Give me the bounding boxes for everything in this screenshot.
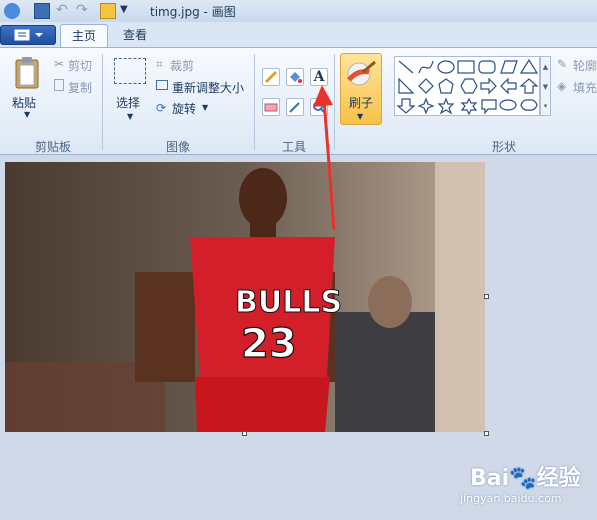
rounded-rectangle-shape-icon: [478, 60, 496, 74]
player-neck: [250, 220, 276, 238]
rectangle-shape-icon: [457, 60, 475, 74]
image-group-label: 图像: [165, 140, 190, 154]
polygon-shape-icon: [500, 60, 518, 74]
right-triangle-shape-icon: [398, 77, 415, 94]
copy-button[interactable]: 复制: [68, 79, 92, 96]
outline-button[interactable]: 轮廓: [573, 57, 597, 74]
line-shape-icon: [398, 60, 414, 74]
rotate-button[interactable]: 旋转: [172, 100, 196, 117]
up-arrow-shape-icon: [519, 78, 539, 94]
annotation-arrow: [313, 85, 336, 231]
down-arrow-shape-icon: [396, 98, 416, 114]
watermark-paw-icon: 🐾: [509, 466, 537, 491]
jersey-team-text: BULLS: [235, 285, 342, 320]
title-bar: ↶ ↷ ▼ timg.jpg - 画图: [0, 0, 597, 22]
redo-icon[interactable]: ↷: [76, 3, 92, 19]
six-point-star-shape-icon: [460, 97, 478, 116]
five-point-star-shape-icon: [437, 97, 455, 115]
undo-icon[interactable]: ↶: [56, 3, 72, 19]
triangle-shape-icon: [519, 58, 539, 74]
player-arm-left: [135, 272, 195, 382]
resize-handle-bottom[interactable]: [242, 431, 247, 436]
paste-icon: [15, 57, 39, 89]
watermark-url: jingyan.baidu.com: [460, 492, 562, 505]
oval-shape-icon: [437, 60, 455, 74]
pentagon-shape-icon: [438, 78, 454, 94]
crop-button[interactable]: 裁剪: [170, 57, 194, 74]
player-head: [239, 168, 287, 228]
cut-button[interactable]: 剪切: [68, 57, 92, 74]
qat-dropdown-icon[interactable]: ▼: [120, 3, 136, 19]
rounded-callout-shape-icon: [481, 99, 497, 115]
save-icon[interactable]: [34, 3, 50, 19]
window-title: timg.jpg - 画图: [150, 5, 236, 19]
file-menu-button[interactable]: [0, 25, 56, 45]
app-icon: [4, 3, 20, 19]
diamond-shape-icon: [418, 78, 434, 94]
fill-shape-icon: ◈: [557, 79, 567, 93]
eraser-icon: [264, 103, 278, 112]
fill-button[interactable]: [286, 68, 304, 86]
resize-icon: [156, 80, 168, 90]
shapes-gallery-scroll[interactable]: ▲ ▼ ▾: [540, 56, 551, 116]
file-menu-icon: [14, 29, 43, 41]
pencil-icon: [264, 70, 278, 84]
customize-icon[interactable]: [100, 3, 116, 19]
copy-icon: [54, 79, 64, 91]
four-point-star-shape-icon: [417, 97, 435, 115]
pencil-button[interactable]: [262, 68, 280, 86]
brushes-dropdown-icon: ▼: [357, 112, 364, 121]
paste-dropdown-icon[interactable]: ▼: [24, 110, 30, 119]
outline-icon: ✎: [557, 57, 568, 71]
tab-home[interactable]: 主页: [60, 24, 108, 48]
left-arrow-shape-icon: [500, 77, 517, 95]
player-blur-right: [435, 162, 485, 432]
rotate-dropdown-icon[interactable]: ▼: [202, 103, 208, 112]
paste-button[interactable]: [12, 56, 42, 90]
resize-handle-right[interactable]: [484, 294, 489, 299]
canvas-image[interactable]: BULLS 23: [5, 162, 485, 432]
text-button[interactable]: A: [310, 68, 328, 86]
hexagon-shape-icon: [460, 78, 478, 94]
watermark-brand: Bai: [470, 466, 510, 491]
right-arrow-shape-icon: [480, 77, 497, 95]
resize-button[interactable]: 重新调整大小: [172, 79, 244, 96]
brushes-label: 刷子: [349, 96, 374, 110]
referee-head: [368, 276, 412, 328]
eraser-button[interactable]: [262, 98, 280, 116]
curve-shape-icon: [418, 60, 434, 74]
watermark-brand2: 经验: [536, 466, 581, 491]
watermark: Bai🐾经验 jingyan.baidu.com: [460, 460, 581, 505]
fill-bucket-icon: [290, 72, 302, 83]
paste-label[interactable]: 粘贴: [12, 94, 36, 111]
group-divider: [254, 54, 255, 150]
shapes-gallery: [394, 56, 540, 116]
photo: BULLS 23: [5, 162, 485, 432]
referee-figure: [335, 312, 435, 432]
gallery-expand-icon[interactable]: ▾: [541, 97, 550, 115]
shapes-group-label: 形状: [491, 140, 516, 154]
select-dropdown-icon[interactable]: ▼: [127, 112, 133, 121]
select-icon[interactable]: [114, 58, 146, 84]
shapes-grid: [396, 58, 539, 116]
tab-view[interactable]: 查看: [112, 24, 158, 48]
oval-callout-shape-icon: [499, 99, 517, 111]
clipboard-group-label: 剪贴板: [34, 140, 71, 154]
eyedropper-icon: [289, 102, 300, 113]
scroll-down-icon[interactable]: ▼: [541, 77, 550, 97]
scroll-up-icon[interactable]: ▲: [541, 57, 550, 77]
color-picker-button[interactable]: [286, 98, 304, 116]
player-shorts: [195, 377, 330, 432]
jersey-number-text: 23: [241, 321, 297, 367]
cloud-callout-shape-icon: [520, 99, 538, 111]
resize-handle-corner[interactable]: [484, 431, 489, 436]
cut-icon: ✂: [54, 57, 65, 71]
select-button[interactable]: 选择: [116, 94, 140, 111]
crop-icon: ⌗: [156, 57, 163, 71]
fill-shape-button[interactable]: 填充: [573, 79, 597, 96]
group-divider: [102, 54, 103, 150]
rotate-icon: ⟳: [156, 101, 167, 115]
